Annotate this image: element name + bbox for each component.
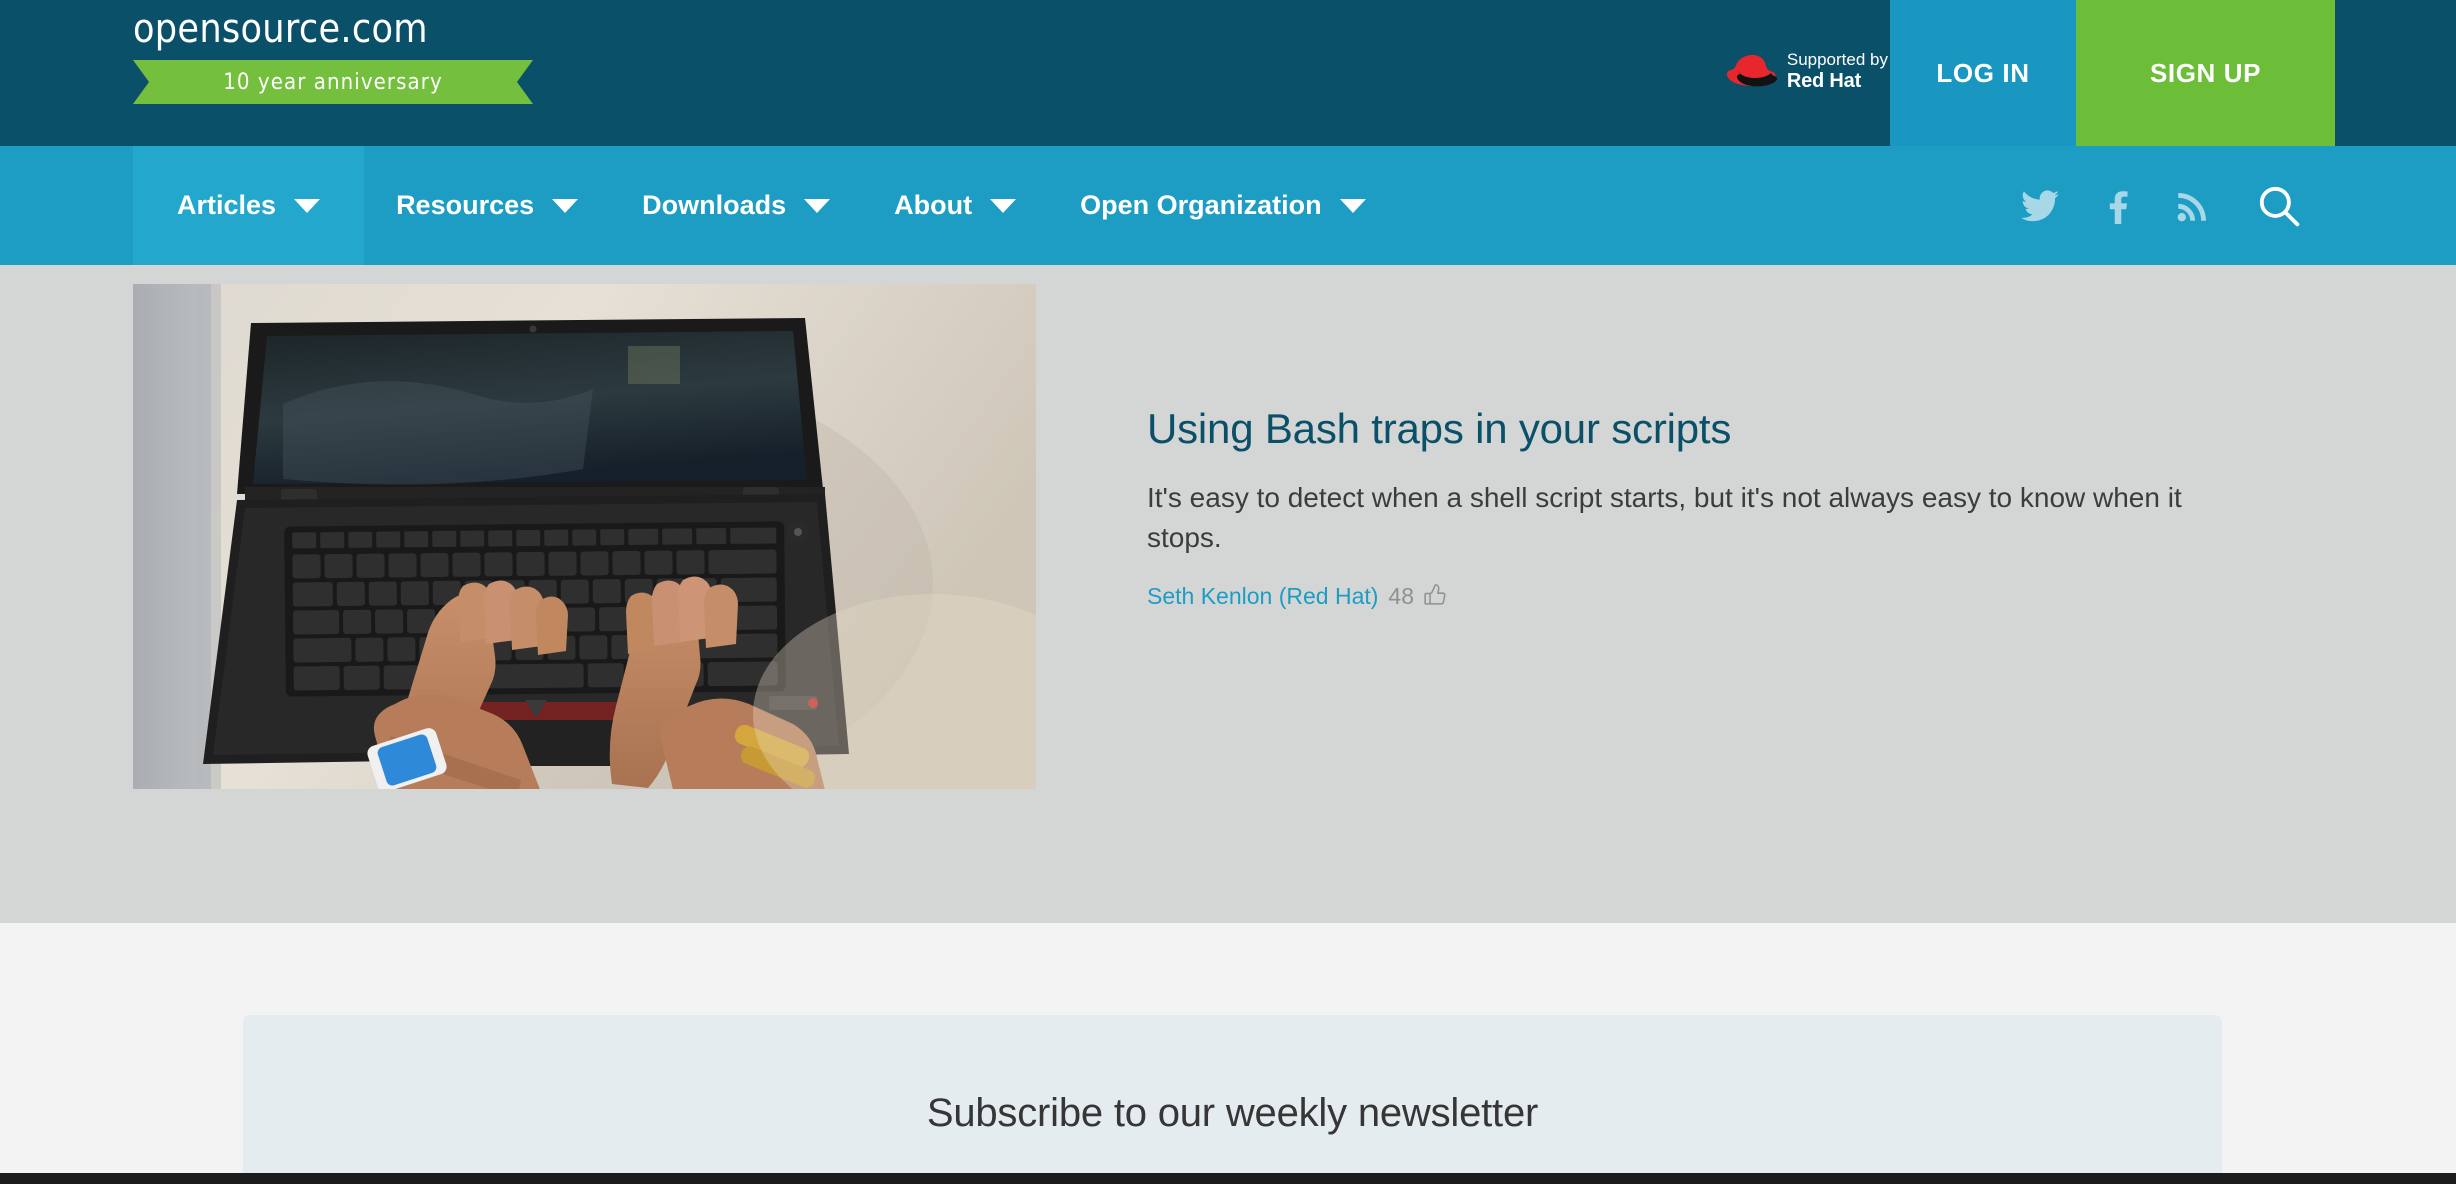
nav-item-resources[interactable]: Resources xyxy=(364,146,610,265)
search-icon[interactable] xyxy=(2257,184,2301,228)
sponsor-prefix: Supported by xyxy=(1786,50,1888,69)
newsletter-heading: Subscribe to our weekly newsletter xyxy=(926,1091,1539,1135)
featured-article-summary: It's easy to detect when a shell script … xyxy=(1147,482,2182,554)
site-logo[interactable]: opensource.com 10 year anniversary xyxy=(133,6,533,104)
logo-wordmark: opensource.com xyxy=(133,6,428,52)
sign-up-button[interactable]: SIGN UP xyxy=(2076,0,2335,146)
chevron-down-icon xyxy=(990,198,1017,213)
newsletter-card: Subscribe to our weekly newsletter xyxy=(243,1015,2222,1184)
featured-article-image[interactable] xyxy=(133,284,1036,789)
nav-item-downloads-label: Downloads xyxy=(642,190,787,220)
rss-icon[interactable] xyxy=(2177,190,2209,222)
site-header: opensource.com 10 year anniversary Suppo… xyxy=(0,0,2456,146)
featured-article-title[interactable]: Using Bash traps in your scripts xyxy=(1147,405,2267,453)
twitter-icon[interactable] xyxy=(2021,189,2059,222)
chevron-down-icon xyxy=(804,198,831,213)
featured-article-section: Using Bash traps in your scripts It's ea… xyxy=(0,265,2456,923)
nav-item-about-label: About xyxy=(894,190,973,220)
nav-item-about[interactable]: About xyxy=(862,146,1048,265)
anniversary-ribbon: 10 year anniversary xyxy=(133,60,533,104)
facebook-icon[interactable] xyxy=(2107,188,2129,224)
chevron-down-icon xyxy=(294,198,321,213)
featured-article-text: Using Bash traps in your scripts It's ea… xyxy=(1147,405,2267,611)
nav-item-list: Articles Resources Downloads About Open … xyxy=(133,146,1398,265)
like-count: 48 xyxy=(1388,582,1414,609)
nav-item-resources-label: Resources xyxy=(396,190,535,220)
nav-item-downloads[interactable]: Downloads xyxy=(610,146,862,265)
featured-article-byline: Seth Kenlon (Red Hat) 48 xyxy=(1147,582,2267,611)
social-links xyxy=(2021,146,2301,265)
thumbs-up-icon[interactable] xyxy=(1424,582,1446,611)
main-navigation: Articles Resources Downloads About Open … xyxy=(0,146,2456,265)
sponsor-text: Supported by Red Hat xyxy=(1787,50,1888,93)
chevron-down-icon xyxy=(552,198,579,213)
anniversary-ribbon-shape: 10 year anniversary xyxy=(133,60,533,104)
newsletter-section: Subscribe to our weekly newsletter xyxy=(0,923,2456,1184)
nav-item-open-organization[interactable]: Open Organization xyxy=(1048,146,1398,265)
log-in-button[interactable]: LOG IN xyxy=(1890,0,2076,146)
window-bottom-edge xyxy=(0,1173,2456,1184)
red-hat-fedora-icon xyxy=(1725,52,1778,90)
sponsor-badge[interactable]: Supported by Red Hat xyxy=(1725,50,1888,93)
nav-item-open-organization-label: Open Organization xyxy=(1080,190,1322,220)
sponsor-name: Red Hat xyxy=(1786,69,1862,92)
author-link[interactable]: Seth Kenlon (Red Hat) xyxy=(1147,583,1378,610)
nav-item-articles-label: Articles xyxy=(177,190,277,220)
chevron-down-icon xyxy=(1339,198,1366,213)
anniversary-ribbon-label: 10 year anniversary xyxy=(223,69,443,95)
nav-item-articles[interactable]: Articles xyxy=(133,146,365,265)
